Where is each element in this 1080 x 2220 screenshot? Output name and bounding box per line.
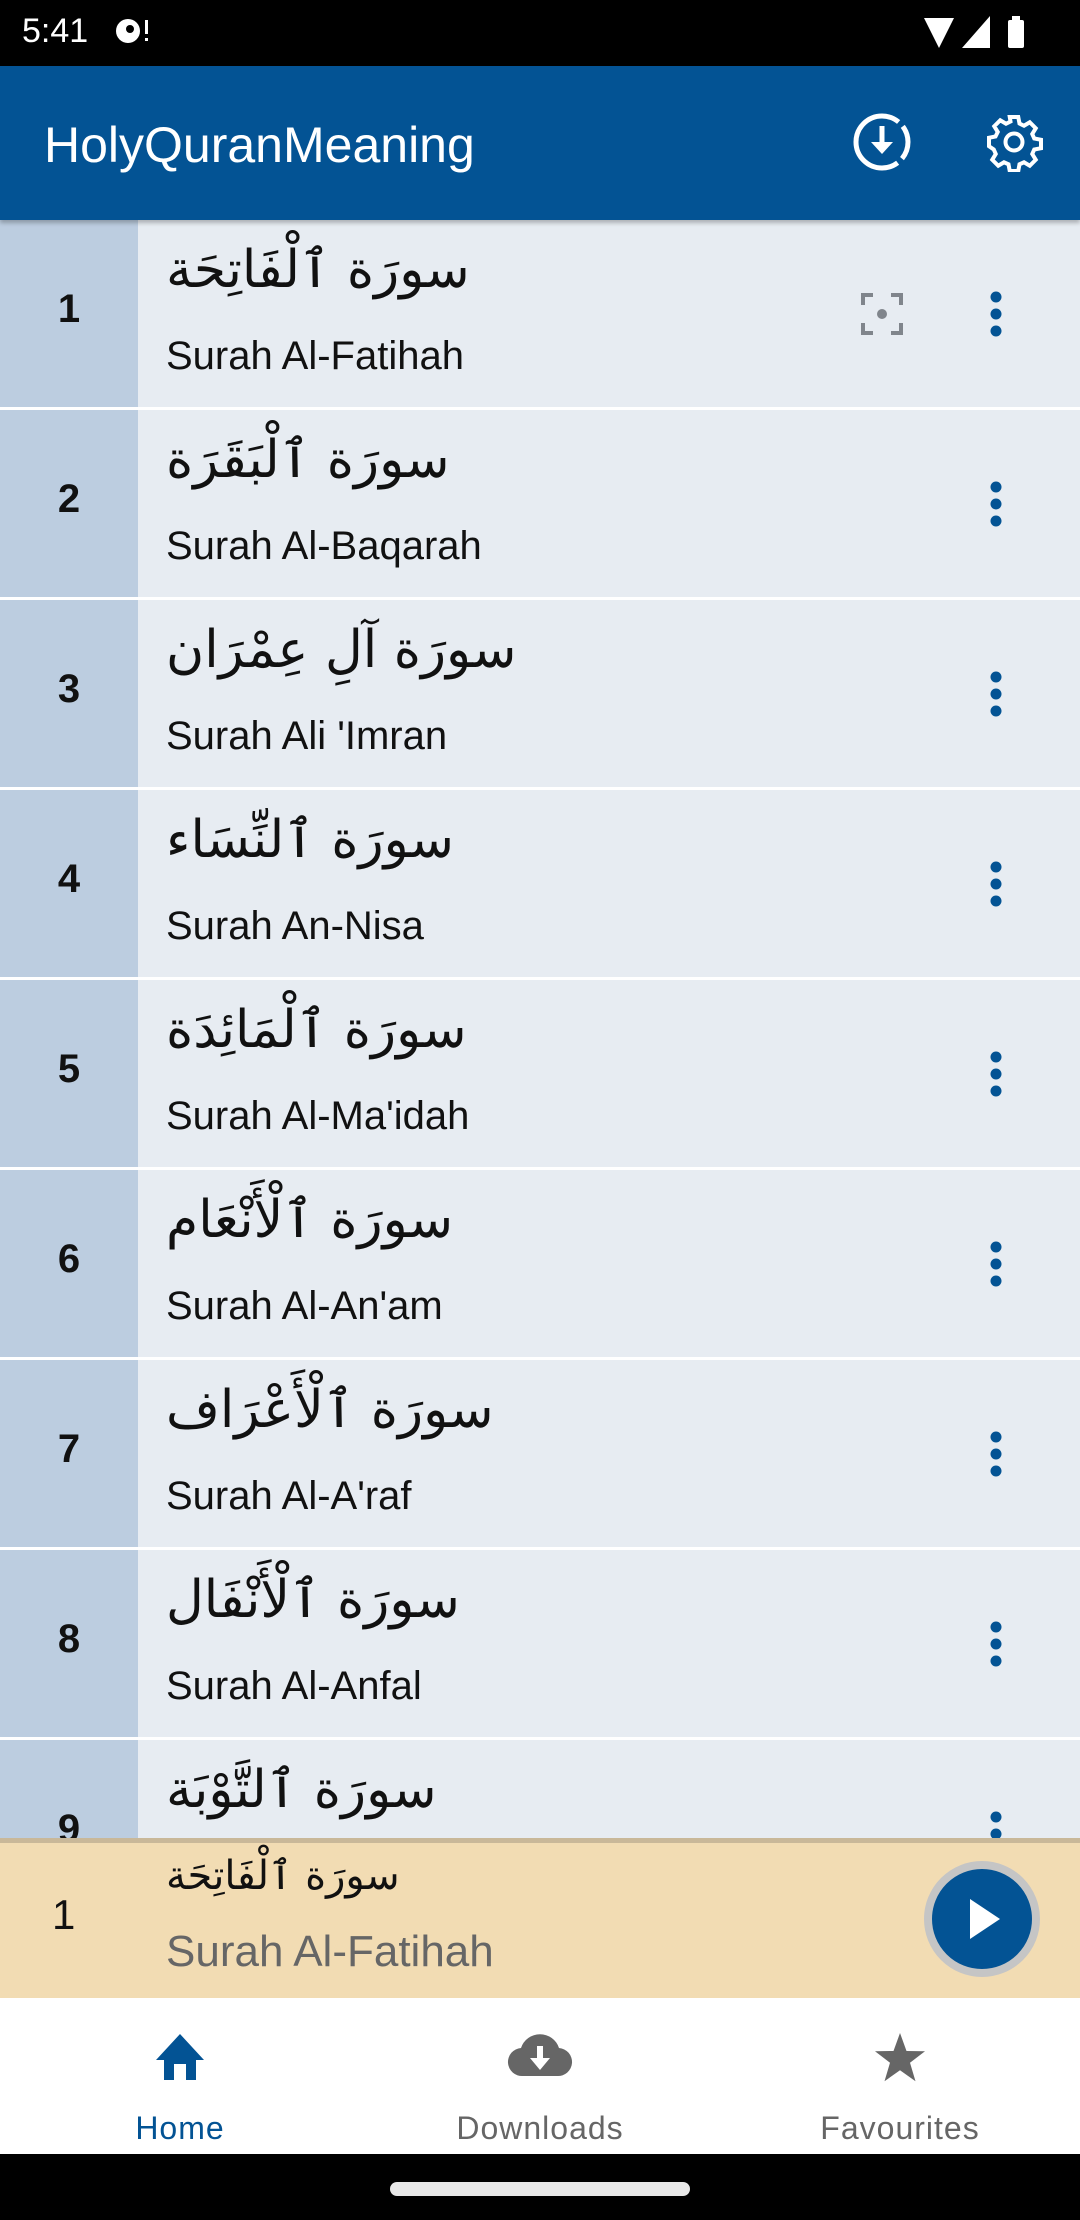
surah-number-column: 3	[0, 600, 138, 787]
status-time: 5:41	[22, 12, 89, 50]
player-surah-number: 1	[52, 1891, 76, 1938]
nav-favourites-label: Favourites	[820, 2110, 980, 2146]
app-bar: HolyQuranMeaning	[0, 66, 1080, 220]
surah-list-item[interactable]: 5 سورَة ٱلْمَائِدَة Surah Al-Ma'idah	[0, 980, 1080, 1167]
more-vert-icon	[990, 1621, 1002, 1667]
more-vert-icon	[990, 861, 1002, 907]
app-title: HolyQuranMeaning	[44, 117, 475, 173]
surah-number: 1	[57, 287, 81, 331]
surah-arabic-name: سورَة ٱلْبَقَرَة	[166, 430, 450, 490]
surah-number-column: 2	[0, 410, 138, 597]
surah-list-item[interactable]: 9 سورَة ٱلتَّوْبَة	[0, 1740, 1080, 1838]
surah-number-column: 8	[0, 1550, 138, 1737]
surah-list-item[interactable]: 8 سورَة ٱلْأَنْفَال Surah Al-Anfal	[0, 1550, 1080, 1737]
media-notification-icon	[112, 14, 152, 50]
nav-downloads[interactable]: Downloads	[360, 1998, 720, 2154]
more-vert-icon	[990, 1431, 1002, 1477]
star-icon	[720, 2028, 1080, 2088]
nav-home-label: Home	[135, 2110, 225, 2146]
surah-number: 4	[57, 857, 81, 901]
home-gesture-handle[interactable]	[390, 2182, 690, 2196]
home-icon	[0, 2028, 360, 2088]
surah-number-column: 7	[0, 1360, 138, 1547]
more-options-button[interactable]	[966, 848, 1026, 920]
status-bar: 5:41	[0, 0, 1080, 66]
settings-gear-icon	[987, 115, 1043, 172]
surah-english-name: Surah An-Nisa	[166, 904, 424, 948]
surah-list-item[interactable]: 7 سورَة ٱلْأَعْرَاف Surah Al-A'raf	[0, 1360, 1080, 1547]
surah-english-name: Surah Al-An'am	[166, 1284, 443, 1328]
surah-number-column: 4	[0, 790, 138, 977]
more-options-button[interactable]	[966, 1608, 1026, 1680]
more-options-button[interactable]	[966, 278, 1026, 350]
screen: 5:41 HolyQuranMeaning 1 سورَة ٱلْفَاتِحَ…	[0, 0, 1080, 2220]
surah-english-name: Surah Ali 'Imran	[166, 714, 448, 758]
surah-number: 8	[57, 1617, 81, 1661]
more-options-button[interactable]	[966, 1798, 1026, 1838]
surah-arabic-name: سورَة ٱلْأَعْرَاف	[166, 1380, 494, 1440]
surah-list[interactable]: 1 سورَة ٱلْفَاتِحَة Surah Al-Fatihah 2 س…	[0, 220, 1080, 1838]
more-options-button[interactable]	[966, 1228, 1026, 1300]
surah-arabic-name: سورَة ٱلْمَائِدَة	[166, 1000, 467, 1060]
surah-english-name: Surah Al-A'raf	[166, 1474, 412, 1518]
more-vert-icon	[990, 481, 1002, 527]
surah-arabic-name: سورَة ٱلتَّوْبَة	[166, 1760, 437, 1820]
wifi-icon	[924, 18, 954, 48]
nav-home[interactable]: Home	[0, 1998, 360, 2154]
nav-favourites[interactable]: Favourites	[720, 1998, 1080, 2154]
more-vert-icon	[990, 1051, 1002, 1097]
player-surah-arabic: سورَة ٱلْفَاتِحَة	[166, 1853, 400, 1899]
surah-arabic-name: سورَة ٱلْأَنْعَام	[166, 1190, 454, 1250]
player-surah-english: Surah Al-Fatihah	[166, 1927, 494, 1976]
surah-arabic-name: سورَة ٱلْفَاتِحَة	[166, 240, 470, 300]
surah-number: 5	[57, 1047, 81, 1091]
surah-list-item[interactable]: 4 سورَة ٱلنِّسَاء Surah An-Nisa	[0, 790, 1080, 977]
more-options-button[interactable]	[966, 1038, 1026, 1110]
bottom-navigation: Home Downloads Favourites	[0, 1998, 1080, 2154]
center-focus-icon	[861, 293, 903, 335]
more-options-button[interactable]	[966, 658, 1026, 730]
surah-number-column: 6	[0, 1170, 138, 1357]
surah-number: 2	[57, 477, 81, 521]
more-options-button[interactable]	[966, 1418, 1026, 1490]
focus-button[interactable]	[852, 284, 912, 344]
cloud-download-icon	[360, 2028, 720, 2088]
surah-english-name: Surah Al-Anfal	[166, 1664, 422, 1708]
surah-number: 6	[57, 1237, 81, 1281]
download-progress-button[interactable]	[844, 104, 920, 180]
surah-number-column: 9	[0, 1740, 138, 1838]
nav-downloads-label: Downloads	[456, 2110, 624, 2146]
surah-list-item[interactable]: 2 سورَة ٱلْبَقَرَة Surah Al-Baqarah	[0, 410, 1080, 597]
status-icons	[910, 14, 1050, 50]
surah-number: 7	[57, 1427, 81, 1471]
surah-list-item[interactable]: 6 سورَة ٱلْأَنْعَام Surah Al-An'am	[0, 1170, 1080, 1357]
surah-list-item[interactable]: 1 سورَة ٱلْفَاتِحَة Surah Al-Fatihah	[0, 220, 1080, 407]
more-vert-icon	[990, 1241, 1002, 1287]
cell-signal-icon	[962, 16, 990, 48]
surah-arabic-name: سورَة آلِ عِمْرَان	[166, 620, 517, 680]
now-playing-bar[interactable]: 1 سورَة ٱلْفَاتِحَة Surah Al-Fatihah	[0, 1838, 1080, 1998]
surah-number: 3	[57, 667, 81, 711]
download-progress-icon	[853, 113, 911, 171]
more-vert-icon	[990, 671, 1002, 717]
play-button[interactable]	[924, 1861, 1040, 1977]
battery-icon	[1008, 16, 1024, 48]
more-vert-icon	[990, 291, 1002, 337]
surah-english-name: Surah Al-Ma'idah	[166, 1094, 470, 1138]
more-options-button[interactable]	[966, 468, 1026, 540]
surah-english-name: Surah Al-Baqarah	[166, 524, 482, 568]
system-navigation-bar	[0, 2154, 1080, 2220]
more-vert-icon	[990, 1811, 1002, 1838]
surah-number: 9	[57, 1807, 81, 1838]
surah-list-item[interactable]: 3 سورَة آلِ عِمْرَان Surah Ali 'Imran	[0, 600, 1080, 787]
surah-number-column: 5	[0, 980, 138, 1167]
surah-english-name: Surah Al-Fatihah	[166, 334, 464, 378]
play-icon	[970, 1899, 1000, 1939]
surah-number-column: 1	[0, 220, 138, 407]
surah-arabic-name: سورَة ٱلْأَنْفَال	[166, 1570, 460, 1630]
settings-button[interactable]	[976, 104, 1052, 180]
surah-arabic-name: سورَة ٱلنِّسَاء	[166, 810, 455, 870]
